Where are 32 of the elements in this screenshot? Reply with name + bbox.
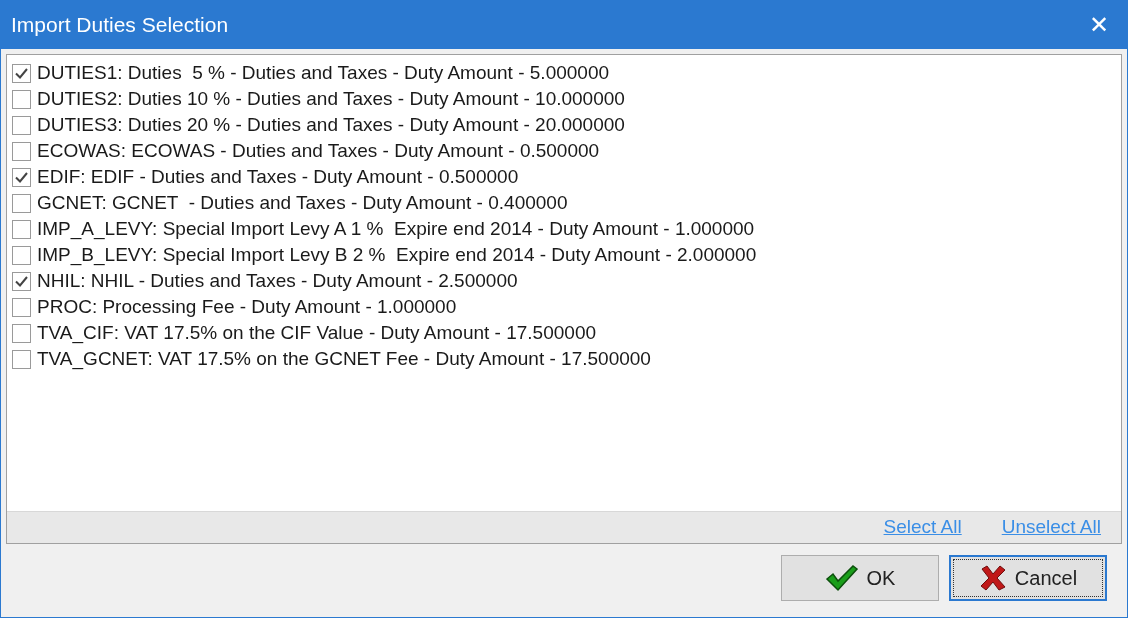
window-title: Import Duties Selection [11, 12, 229, 39]
checkbox[interactable] [12, 89, 31, 109]
cross-icon [978, 564, 1007, 592]
item-label: EDIF: EDIF - Duties and Taxes - Duty Amount - 0.500000 [37, 164, 519, 189]
checkbox[interactable] [12, 297, 31, 317]
item-label: IMP_B_LEVY: Special Import Levy B 2 % Expire end 2014 - Duty Amount - 2.000000 [37, 242, 757, 268]
checkmark-icon [824, 564, 859, 592]
checkbox[interactable] [12, 63, 31, 83]
ok-button[interactable]: OK [781, 555, 939, 601]
link[interactable]: Select All [883, 513, 962, 542]
item-label: IMP_A_LEVY: Special Import Levy A 1 % Expire end 2014 - Duty Amount - 1.000000 [37, 216, 755, 242]
item-label: DUTIES2: Duties 10 % - Duties and Taxes - Duty Amount - 10.000000 [37, 86, 625, 111]
item-label: TVA_GCNET: VAT 17.5% on the GCNET Fee - Duty Amount - 17.500000 [37, 346, 651, 372]
checkbox[interactable] [12, 115, 31, 135]
item-label: NHIL: NHIL - Duties and Taxes - Duty Amount - 2.500000 [37, 268, 518, 293]
checkbox[interactable] [12, 167, 31, 187]
item-label: DUTIES3: Duties 20 % - Duties and Taxes - Duty Amount - 20.000000 [37, 112, 625, 137]
close-button[interactable]: ✕ [1071, 1, 1127, 49]
checkbox[interactable] [12, 271, 31, 291]
checkbox[interactable] [12, 349, 31, 369]
checkbox[interactable] [12, 193, 31, 213]
item-label: PROC: Processing Fee - Duty Amount - 1.000000 [37, 294, 457, 319]
item-label: ECOWAS: ECOWAS - Duties and Taxes - Duty Amount - 0.500000 [37, 138, 600, 163]
cancel-button[interactable]: Cancel [949, 555, 1107, 601]
item-label: GCNET: GCNET - Duties and Taxes - Duty Amount - 0.400000 [37, 190, 568, 215]
link[interactable]: Unselect All [1001, 513, 1101, 542]
checkbox[interactable] [12, 141, 31, 161]
checkbox[interactable] [12, 323, 31, 343]
item-label: TVA_CIF: VAT 17.5% on the CIF Value - Duty Amount - 17.500000 [37, 320, 597, 346]
checkbox[interactable] [12, 219, 31, 239]
checkbox[interactable] [12, 245, 31, 265]
item-label: DUTIES1: Duties 5 % - Duties and Taxes - Duty Amount - 5.000000 [37, 60, 610, 85]
